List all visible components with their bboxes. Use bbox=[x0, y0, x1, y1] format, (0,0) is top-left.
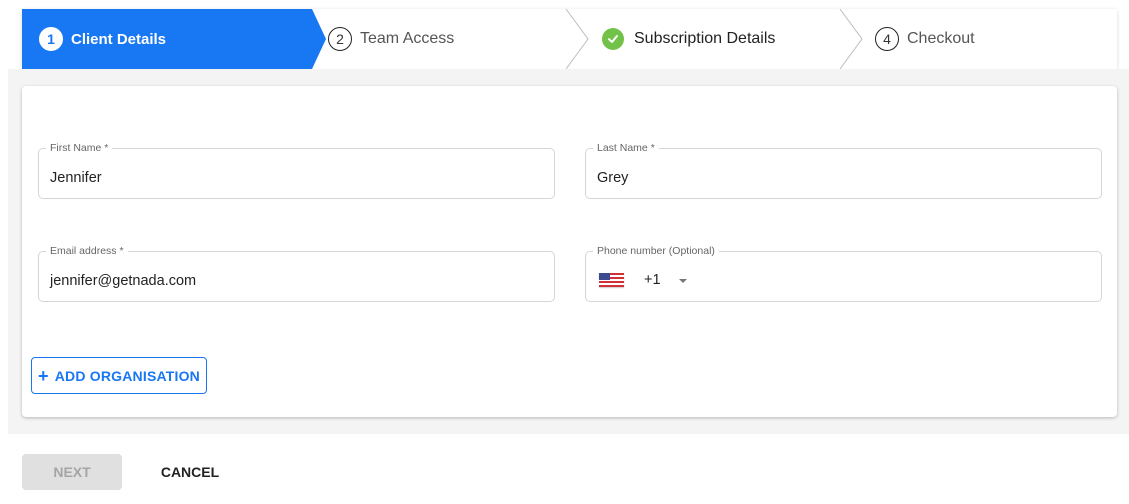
caret-down-icon[interactable] bbox=[678, 279, 687, 283]
us-flag-icon bbox=[599, 273, 624, 287]
next-button[interactable]: NEXT bbox=[22, 454, 122, 490]
add-organisation-button[interactable]: + ADD ORGANISATION bbox=[31, 357, 207, 394]
phone-label: Phone number (Optional) bbox=[593, 244, 719, 258]
step-team-access[interactable]: 2 Team Access bbox=[22, 9, 454, 69]
step-checkout[interactable]: 4 Checkout bbox=[875, 9, 975, 69]
country-selector[interactable]: +1 bbox=[599, 272, 687, 288]
last-name-value: Grey bbox=[597, 170, 629, 186]
step-divider-chevron bbox=[839, 9, 863, 69]
country-code: +1 bbox=[644, 272, 661, 288]
last-name-field[interactable]: Last Name * Grey bbox=[585, 141, 1102, 199]
first-name-label: First Name * bbox=[46, 141, 113, 155]
cancel-button[interactable]: CANCEL bbox=[148, 454, 232, 490]
email-label: Email address * bbox=[46, 244, 128, 258]
check-circle-icon bbox=[602, 28, 624, 50]
first-name-field[interactable]: First Name * Jennifer bbox=[38, 141, 555, 199]
first-name-value: Jennifer bbox=[50, 170, 102, 186]
stepper: 1 Client Details 2 Team Access Subscript… bbox=[22, 9, 1117, 69]
step-number-badge: 2 bbox=[328, 27, 352, 51]
email-field[interactable]: Email address * jennifer@getnada.com bbox=[38, 244, 555, 302]
step-label: Checkout bbox=[907, 30, 975, 47]
add-organisation-label: ADD ORGANISATION bbox=[54, 367, 200, 384]
email-value: jennifer@getnada.com bbox=[50, 273, 197, 289]
step-subscription-details[interactable]: Subscription Details bbox=[602, 9, 775, 69]
last-name-label: Last Name * bbox=[593, 141, 659, 155]
plus-icon: + bbox=[38, 365, 49, 386]
step-label: Team Access bbox=[360, 30, 455, 47]
step-number-badge: 4 bbox=[875, 27, 899, 51]
step-label: Subscription Details bbox=[634, 30, 776, 47]
step-divider-chevron bbox=[565, 9, 589, 69]
phone-field[interactable]: Phone number (Optional) +1 bbox=[585, 244, 1102, 302]
